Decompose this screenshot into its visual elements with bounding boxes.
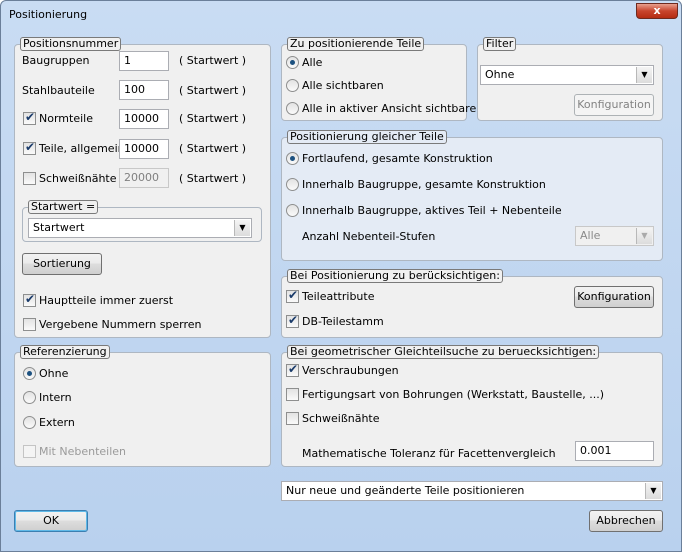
positionsnummer-legend: Positionsnummer: [20, 37, 122, 51]
ok-button[interactable]: OK: [14, 510, 88, 532]
referenz-extern-radio[interactable]: [23, 416, 36, 429]
positionier-modus-value: Nur neue und geänderte Teile positionier…: [286, 484, 525, 497]
window-title: Positionierung: [9, 8, 88, 21]
stahlbauteile-suffix: ( Startwert ): [179, 84, 247, 97]
schweissnaehte-suffix: ( Startwert ): [179, 172, 247, 185]
teileattribute-label[interactable]: Teileattribute: [302, 290, 374, 304]
referenz-ohne-radio[interactable]: [23, 367, 36, 380]
normteile-suffix: ( Startwert ): [179, 112, 247, 125]
chevron-down-icon: ▼: [636, 228, 652, 244]
startwert-value: Startwert: [33, 221, 85, 234]
vergebene-label[interactable]: Vergebene Nummern sperren: [39, 318, 202, 332]
toleranz-label: Mathematische Toleranz für Facettenvergl…: [302, 447, 556, 460]
baugruppen-input[interactable]: 1: [119, 51, 169, 71]
innerhalb-aktives-teil-label[interactable]: Innerhalb Baugruppe, aktives Teil + Nebe…: [302, 204, 562, 218]
zu-positionierende-legend: Zu positionierende Teile: [287, 37, 425, 51]
normteile-input[interactable]: 10000: [119, 109, 169, 129]
fortlaufend-label[interactable]: Fortlaufend, gesamte Konstruktion: [302, 152, 493, 166]
beruecksichtigen-konfiguration-button[interactable]: Konfiguration: [574, 286, 654, 308]
close-button[interactable]: x: [636, 3, 678, 19]
normteile-checkbox[interactable]: [23, 110, 36, 125]
stufen-dropdown: Alle ▼: [575, 226, 654, 246]
stahlbauteile-input[interactable]: 100: [119, 80, 169, 100]
teile-allgemein-checkbox[interactable]: [23, 140, 36, 155]
baugruppen-label: Baugruppen: [22, 54, 90, 67]
gleiche-teile-legend: Positionierung gleicher Teile: [287, 130, 447, 144]
fortlaufend-radio[interactable]: [286, 152, 299, 165]
baugruppen-suffix: ( Startwert ): [179, 54, 247, 67]
sortierung-button[interactable]: Sortierung: [22, 253, 102, 275]
geo-schweissnaehte-label[interactable]: Schweißnähte: [302, 412, 380, 426]
teile-allgemein-label[interactable]: Teile, allgemein: [39, 142, 125, 156]
schweissnaehte-checkbox[interactable]: [23, 172, 36, 185]
alle-aktive-ansicht-label[interactable]: Alle in aktiver Ansicht sichtbaren: [302, 102, 483, 116]
verschraubungen-label[interactable]: Verschraubungen: [302, 364, 399, 378]
teile-allgemein-input[interactable]: 10000: [119, 139, 169, 159]
stufen-label: Anzahl Nebenteil-Stufen: [302, 230, 436, 243]
fertigungsart-checkbox[interactable]: [286, 388, 299, 401]
startwert-dropdown[interactable]: Startwert ▼: [28, 218, 252, 238]
db-teilestamm-label[interactable]: DB-Teilestamm: [302, 315, 384, 329]
referenz-intern-radio[interactable]: [23, 391, 36, 404]
stahlbauteile-label: Stahlbauteile: [22, 84, 95, 97]
filter-dropdown[interactable]: Ohne ▼: [480, 65, 654, 85]
mit-nebenteilen-label: Mit Nebenteilen: [39, 445, 127, 458]
hauptteile-checkbox[interactable]: [23, 292, 36, 307]
toleranz-input[interactable]: 0.001: [575, 441, 654, 461]
startwert-legend: Startwert =: [28, 200, 99, 214]
innerhalb-baugruppe-label[interactable]: Innerhalb Baugruppe, gesamte Konstruktio…: [302, 178, 546, 192]
referenzierung-legend: Referenzierung: [20, 345, 110, 359]
beruecksichtigen-legend: Bei Positionierung zu berücksichtigen:: [287, 269, 503, 283]
stufen-value: Alle: [580, 229, 601, 242]
abbrechen-button[interactable]: Abbrechen: [589, 510, 663, 532]
alle-sichtbaren-radio[interactable]: [286, 79, 299, 92]
schweissnaehte-input: 20000: [119, 168, 169, 188]
filter-legend: Filter: [483, 37, 517, 51]
alle-radio[interactable]: [286, 56, 299, 69]
referenz-ohne-label[interactable]: Ohne: [39, 367, 68, 381]
innerhalb-baugruppe-radio[interactable]: [286, 178, 299, 191]
vergebene-checkbox[interactable]: [23, 318, 36, 331]
alle-sichtbaren-label[interactable]: Alle sichtbaren: [302, 79, 384, 93]
title-bar[interactable]: Positionierung x: [1, 1, 681, 29]
close-icon: x: [653, 4, 661, 17]
db-teilestamm-checkbox[interactable]: [286, 313, 299, 328]
alle-aktive-ansicht-radio[interactable]: [286, 102, 299, 115]
hauptteile-label[interactable]: Hauptteile immer zuerst: [39, 294, 173, 308]
normteile-label[interactable]: Normteile: [39, 112, 93, 126]
teileattribute-checkbox[interactable]: [286, 288, 299, 303]
fertigungsart-label[interactable]: Fertigungsart von Bohrungen (Werkstatt, …: [302, 388, 604, 402]
chevron-down-icon[interactable]: ▼: [234, 220, 250, 236]
filter-konfiguration-button: Konfiguration: [574, 94, 654, 116]
chevron-down-icon[interactable]: ▼: [645, 483, 661, 499]
teile-allgemein-suffix: ( Startwert ): [179, 142, 247, 155]
chevron-down-icon[interactable]: ▼: [636, 67, 652, 83]
filter-value: Ohne: [485, 68, 515, 81]
referenz-intern-label[interactable]: Intern: [39, 391, 72, 405]
mit-nebenteilen-checkbox: [23, 445, 36, 458]
geometrisch-legend: Bei geometrischer Gleichteilsuche zu ber…: [287, 345, 600, 359]
verschraubungen-checkbox[interactable]: [286, 362, 299, 377]
innerhalb-aktives-teil-radio[interactable]: [286, 204, 299, 217]
geo-schweissnaehte-checkbox[interactable]: [286, 412, 299, 425]
schweissnaehte-label[interactable]: Schweißnähte: [39, 172, 117, 186]
referenz-extern-label[interactable]: Extern: [39, 416, 75, 430]
positionier-modus-dropdown[interactable]: Nur neue und geänderte Teile positionier…: [281, 481, 663, 501]
alle-label[interactable]: Alle: [302, 56, 322, 70]
